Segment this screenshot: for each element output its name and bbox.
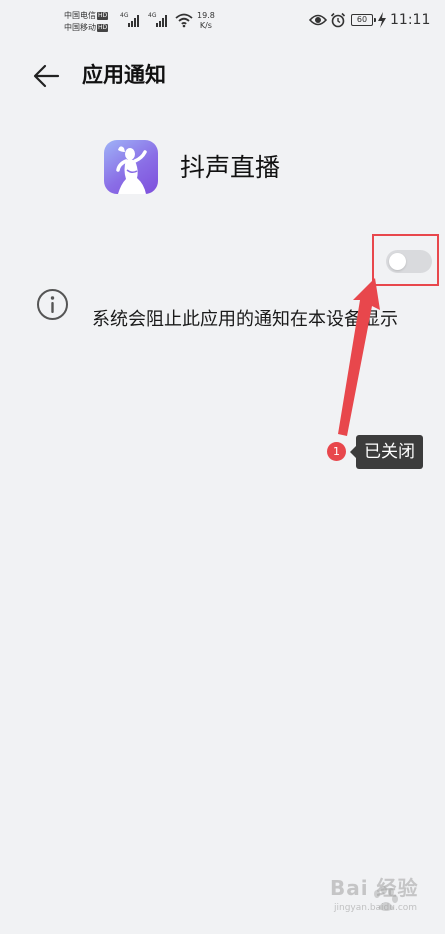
eye-comfort-icon (309, 14, 327, 26)
hd-badge: HD (97, 23, 109, 32)
watermark-url: jingyan.baidu.com (334, 903, 418, 913)
watermark-text: Bai 经验 (330, 876, 419, 900)
page-title: 应用通知 (82, 63, 166, 87)
hd-badge: HD (97, 11, 109, 20)
toggle-knob (389, 253, 406, 270)
carrier-1-name: 中国电信 (64, 11, 96, 20)
carrier-2: 中国移动 HD (64, 23, 109, 33)
carrier-2-name: 中国移动 (64, 23, 96, 32)
signal-strength-icon: 4G (120, 13, 140, 27)
battery-indicator: 60 (351, 14, 376, 26)
info-icon (37, 289, 68, 320)
status-time: 11:11 (390, 12, 431, 28)
wifi-icon (175, 13, 193, 28)
app-icon (104, 140, 158, 194)
step-badge: 1 (327, 442, 346, 461)
back-button[interactable] (30, 60, 62, 92)
annotation-arrow (338, 278, 380, 436)
charging-icon (378, 12, 386, 28)
carrier-1: 中国电信 HD (64, 11, 109, 21)
annotation-callout: 已关闭 (350, 435, 423, 469)
network-speed: 19.8 K/s (197, 11, 215, 31)
allow-notifications-toggle[interactable] (386, 250, 432, 273)
net-speed-unit: K/s (199, 21, 212, 30)
net-speed-value: 19.8 (197, 11, 215, 20)
status-bar: 中国电信 HD 中国移动 HD 4G 4G 19.8 K/s 60 11:11 (0, 0, 445, 40)
signal-strength-icon: 4G (148, 13, 168, 27)
app-logo-dancer (116, 146, 147, 194)
alarm-clock-icon (330, 12, 346, 28)
app-name: 抖声直播 (180, 153, 281, 182)
arrow-left-icon (33, 64, 60, 88)
